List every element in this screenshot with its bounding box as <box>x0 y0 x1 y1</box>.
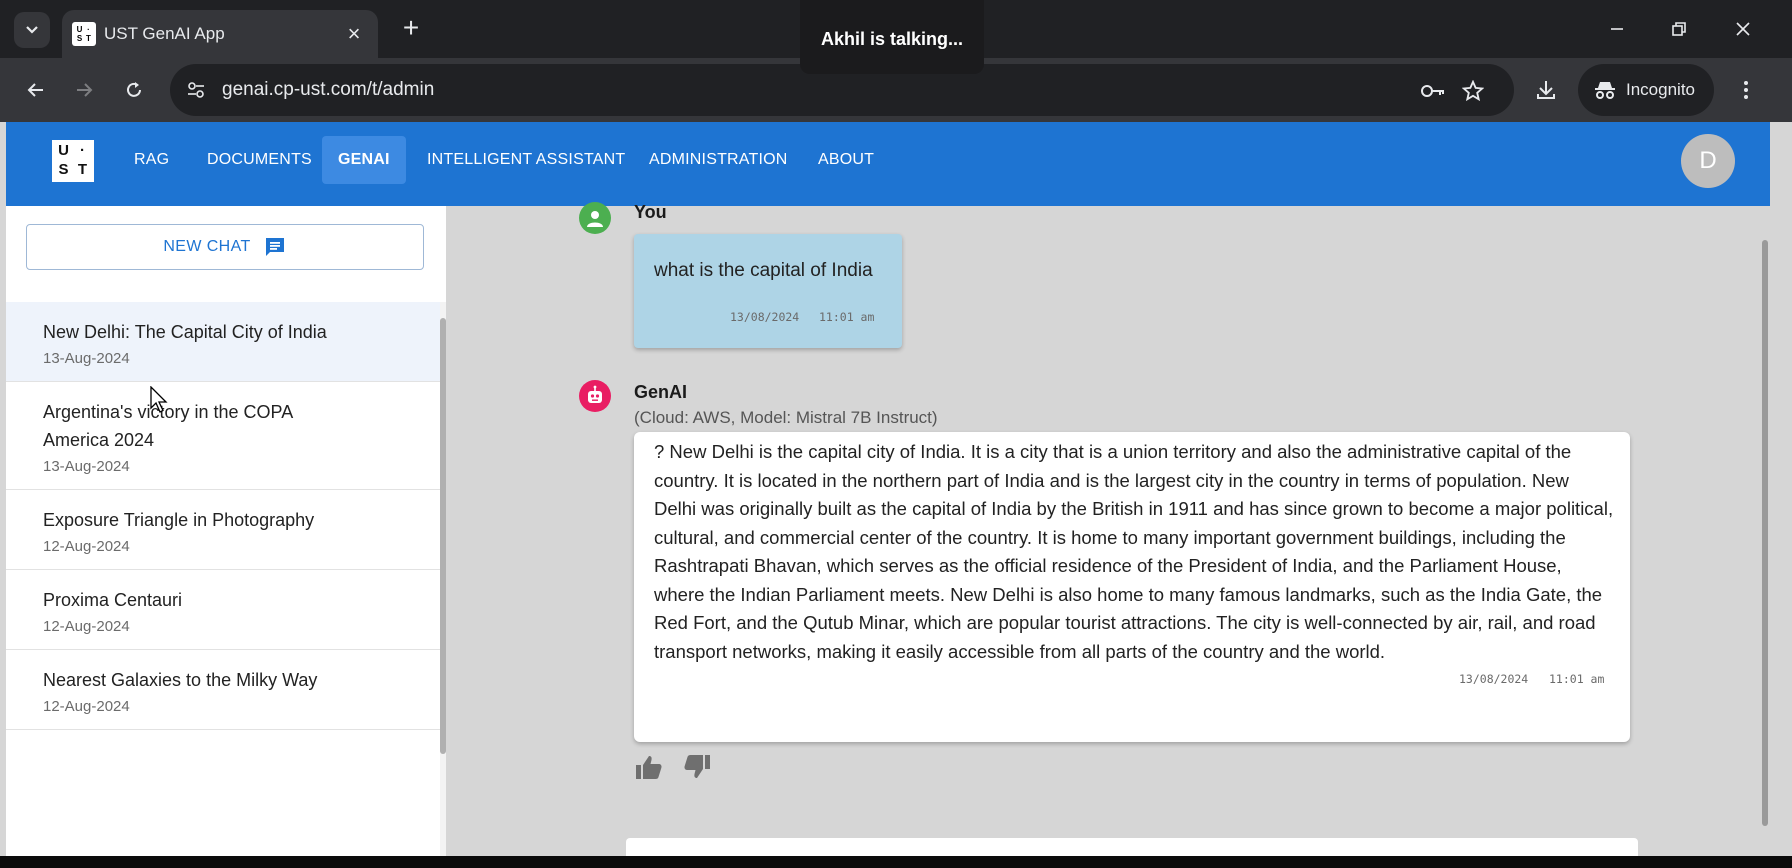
new-tab-button[interactable]: + <box>396 14 426 44</box>
chat-sidebar: NEW CHAT New Delhi: The Capital City of … <box>6 206 446 856</box>
restore-button[interactable] <box>1664 14 1694 44</box>
chat-date: 12-Aug-2024 <box>43 538 130 555</box>
model-info: (Cloud: AWS, Model: Mistral 7B Instruct) <box>634 408 938 427</box>
speaking-toast: Akhil is talking... <box>800 0 984 74</box>
download-icon <box>1537 81 1555 99</box>
ust-logo[interactable]: U · S T <box>52 140 94 182</box>
browser-tab[interactable]: U · S T UST GenAI App × <box>62 10 378 58</box>
chat-date: 13-Aug-2024 <box>43 350 130 367</box>
arrow-left-icon <box>27 83 43 97</box>
chat-date: 12-Aug-2024 <box>43 618 130 635</box>
message-composer[interactable] <box>626 838 1638 856</box>
chat-history-item[interactable]: Nearest Galaxies to the Milky Way 12-Aug… <box>6 650 440 730</box>
chat-bubble-icon <box>265 238 284 256</box>
downloads-button[interactable] <box>1530 74 1562 106</box>
reload-button[interactable] <box>118 74 150 106</box>
tab-strip: U · S T UST GenAI App × + Akhil is talking.… <box>0 0 1792 74</box>
chat-title: Exposure Triangle in Photography <box>43 510 315 530</box>
arrow-right-icon <box>77 83 93 97</box>
sidebar-scrollbar-thumb[interactable] <box>440 318 446 754</box>
window-bottom-edge <box>0 856 1792 868</box>
chat-date: 13-Aug-2024 <box>43 458 130 475</box>
message-date: 13/08/2024 <box>730 310 800 324</box>
message-time: 11:01 am <box>819 310 875 324</box>
close-icon <box>1736 22 1750 36</box>
minimize-button[interactable] <box>1602 14 1632 44</box>
robot-icon <box>579 380 611 412</box>
password-key-icon[interactable] <box>1420 78 1446 104</box>
user-message-bubble: what is the capital of India 13/08/2024 … <box>634 234 902 348</box>
nav-about[interactable]: ABOUT <box>802 136 890 184</box>
chat-title: Argentina's victory in the COPA America … <box>43 402 293 450</box>
bot-message-bubble: ? New Delhi is the capital city of India… <box>634 432 1630 742</box>
forward-button[interactable] <box>68 74 100 106</box>
more-vertical-icon <box>1744 81 1748 99</box>
message-time: 11:01 am <box>1549 672 1605 686</box>
chat-date: 12-Aug-2024 <box>43 698 130 715</box>
incognito-indicator[interactable]: Incognito <box>1578 64 1714 116</box>
tab-search-button[interactable] <box>14 12 50 48</box>
bot-message-text: ? New Delhi is the capital city of India… <box>654 441 1614 662</box>
bookmark-star-icon[interactable] <box>1460 78 1486 104</box>
chat-history-item[interactable]: Proxima Centauri 12-Aug-2024 <box>6 570 440 650</box>
chat-history-item[interactable]: Argentina's victory in the COPA America … <box>6 382 440 490</box>
logo-letter: S <box>58 161 69 178</box>
restore-icon <box>1672 22 1686 36</box>
close-window-button[interactable] <box>1728 14 1758 44</box>
message-author: GenAI <box>634 382 688 402</box>
thumbs-down-button[interactable] <box>682 752 712 782</box>
chevron-down-icon <box>26 26 38 34</box>
user-message-text: what is the capital of India <box>654 260 873 281</box>
main-scrollbar-thumb[interactable] <box>1762 240 1768 826</box>
user-avatar-icon <box>579 202 611 234</box>
nav-genai[interactable]: GENAI <box>322 136 406 184</box>
incognito-label: Incognito <box>1626 80 1695 99</box>
chat-title: New Delhi: The Capital City of India <box>43 322 327 342</box>
tab-title: UST GenAI App <box>104 24 225 43</box>
logo-letter: T <box>77 161 88 178</box>
new-chat-button[interactable]: NEW CHAT <box>26 224 424 270</box>
nav-intelligent-assistant[interactable]: INTELLIGENT ASSISTANT <box>411 136 641 184</box>
chat-history-list: New Delhi: The Capital City of India 13-… <box>6 302 440 730</box>
incognito-icon <box>1595 82 1615 99</box>
chat-title: Nearest Galaxies to the Milky Way <box>43 670 318 690</box>
reload-icon <box>127 82 141 97</box>
url-text[interactable]: genai.cp-ust.com/t/admin <box>222 77 434 103</box>
browser-menu-button[interactable] <box>1730 74 1762 106</box>
chat-title: Proxima Centauri <box>43 590 183 610</box>
minimize-icon <box>1611 28 1623 30</box>
message-date: 13/08/2024 <box>1459 672 1529 686</box>
site-favicon-icon: U · S T <box>72 22 96 46</box>
thumbs-up-button[interactable] <box>634 752 664 782</box>
user-avatar[interactable]: D <box>1681 134 1735 188</box>
nav-administration[interactable]: ADMINISTRATION <box>633 136 804 184</box>
chat-history-item[interactable]: Exposure Triangle in Photography 12-Aug-… <box>6 490 440 570</box>
site-info-icon[interactable] <box>184 78 208 102</box>
tab-close-icon[interactable]: × <box>342 22 366 46</box>
thumbs-up-icon <box>636 756 662 779</box>
logo-letter: U <box>58 142 69 159</box>
new-chat-label: NEW CHAT <box>163 238 251 255</box>
chat-history-item[interactable]: New Delhi: The Capital City of India 13-… <box>6 302 440 382</box>
app-bar: U · S T RAG DOCUMENTS GENAI INTELLIGENT … <box>6 122 1770 206</box>
logo-letter: · <box>80 142 85 159</box>
message-author: You <box>634 202 667 222</box>
thumbs-down-icon <box>684 755 710 778</box>
mouse-cursor-icon <box>150 386 168 413</box>
page-viewport: U · S T RAG DOCUMENTS GENAI INTELLIGENT … <box>0 122 1792 856</box>
nav-documents[interactable]: DOCUMENTS <box>191 136 328 184</box>
nav-rag[interactable]: RAG <box>118 136 185 184</box>
browser-window: U · S T UST GenAI App × + Akhil is talking.… <box>0 0 1792 868</box>
back-button[interactable] <box>20 74 52 106</box>
